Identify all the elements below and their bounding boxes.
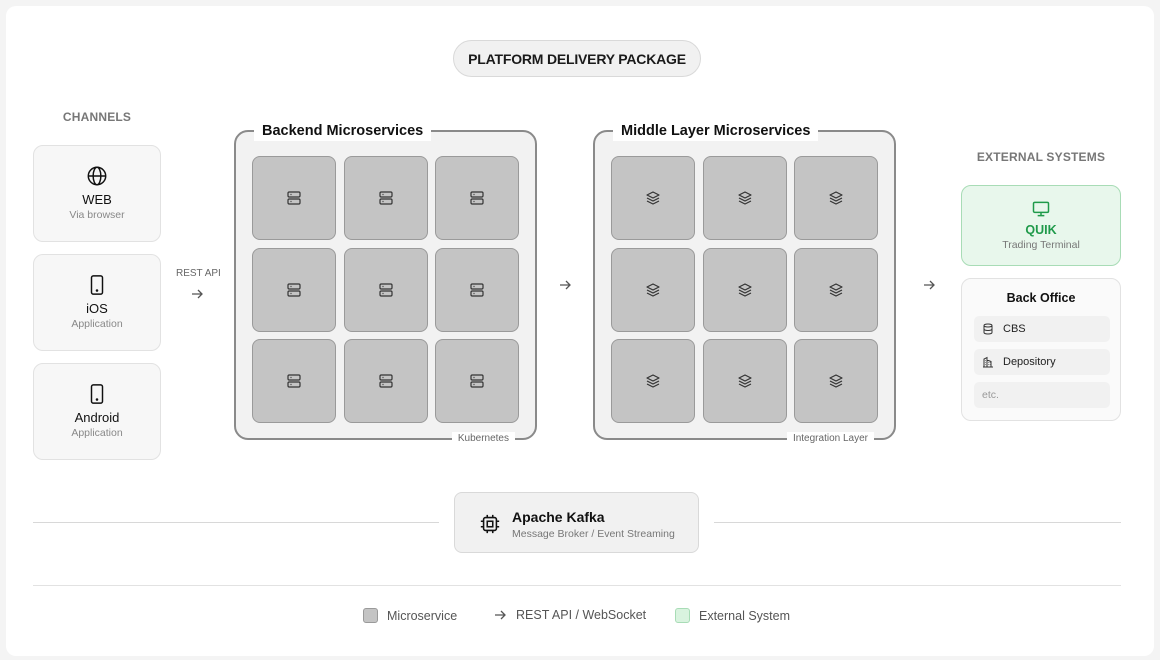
legend-label: External System bbox=[699, 608, 791, 623]
legend-item-microservice: Microservice bbox=[363, 608, 457, 623]
layers-icon bbox=[738, 374, 752, 388]
channel-subtitle: Via browser bbox=[69, 209, 125, 221]
channel-subtitle: Application bbox=[71, 427, 123, 439]
globe-icon bbox=[87, 166, 107, 186]
group-footer: Kubernetes bbox=[451, 432, 515, 446]
arrow-right-icon bbox=[495, 610, 506, 620]
back-office-item-depository[interactable]: Depository bbox=[974, 349, 1110, 375]
server-icon bbox=[379, 374, 393, 388]
back-office-box[interactable]: Back Office CBS Depository etc. bbox=[961, 278, 1121, 421]
building-icon bbox=[983, 356, 993, 368]
server-icon bbox=[287, 191, 301, 205]
diagram-title: PLATFORM DELIVERY PACKAGE bbox=[453, 40, 701, 77]
quik-title: QUIK bbox=[1025, 223, 1057, 237]
middle-microservice-tile[interactable] bbox=[611, 339, 695, 423]
backend-microservice-tile[interactable] bbox=[435, 339, 519, 423]
channel-web[interactable]: WEB Via browser bbox=[33, 145, 161, 242]
monitor-icon bbox=[1032, 201, 1050, 217]
layers-icon bbox=[646, 191, 660, 205]
middle-microservice-tile[interactable] bbox=[703, 248, 787, 332]
backend-microservice-tile[interactable] bbox=[252, 156, 336, 240]
arrow-right-icon bbox=[192, 289, 203, 299]
channel-title: Android bbox=[74, 410, 120, 425]
server-icon bbox=[470, 283, 484, 297]
quik-subtitle: Trading Terminal bbox=[1002, 239, 1080, 251]
back-office-item-etc: etc. bbox=[974, 382, 1110, 408]
rest-api-label: REST API bbox=[176, 268, 221, 279]
external-systems-heading: EXTERNAL SYSTEMS bbox=[976, 150, 1106, 164]
layers-icon bbox=[829, 283, 843, 297]
backend-microservice-tile[interactable] bbox=[344, 248, 428, 332]
middle-microservice-tile[interactable] bbox=[794, 339, 878, 423]
external-system-quik[interactable]: QUIK Trading Terminal bbox=[961, 185, 1121, 266]
backend-microservice-tile[interactable] bbox=[344, 156, 428, 240]
backend-microservice-tile[interactable] bbox=[344, 339, 428, 423]
legend-item-rest-api: REST API / WebSocket bbox=[493, 608, 646, 622]
kafka-box[interactable]: Apache Kafka Message Broker / Event Stre… bbox=[454, 492, 699, 553]
layers-icon bbox=[738, 191, 752, 205]
back-office-item-label: Depository bbox=[1003, 356, 1056, 368]
backend-microservices-group: Backend Microservices Kubernetes bbox=[234, 121, 537, 446]
server-icon bbox=[287, 374, 301, 388]
bus-line-left bbox=[33, 522, 439, 523]
group-title: Middle Layer Microservices bbox=[613, 121, 819, 141]
server-icon bbox=[470, 374, 484, 388]
middle-microservice-tile[interactable] bbox=[703, 156, 787, 240]
channel-title: iOS bbox=[86, 301, 108, 316]
server-icon bbox=[470, 191, 484, 205]
channel-subtitle: Application bbox=[71, 318, 123, 330]
layers-icon bbox=[646, 283, 660, 297]
backend-microservice-tile[interactable] bbox=[252, 339, 336, 423]
backend-microservice-tile[interactable] bbox=[435, 248, 519, 332]
bus-line-right bbox=[714, 522, 1121, 523]
legend-divider bbox=[33, 585, 1121, 586]
back-office-item-label: CBS bbox=[1003, 323, 1026, 335]
legend-swatch bbox=[363, 608, 378, 623]
middle-microservice-tile[interactable] bbox=[611, 248, 695, 332]
server-icon bbox=[379, 191, 393, 205]
kafka-title: Apache Kafka bbox=[512, 509, 605, 525]
phone-icon bbox=[90, 384, 104, 404]
back-office-title: Back Office bbox=[1006, 291, 1076, 305]
group-title: Backend Microservices bbox=[254, 121, 432, 141]
arrow-right-icon bbox=[924, 280, 935, 290]
phone-icon bbox=[90, 275, 104, 295]
layers-icon bbox=[646, 374, 660, 388]
cpu-icon bbox=[480, 514, 500, 534]
backend-microservice-tile[interactable] bbox=[435, 156, 519, 240]
back-office-item-cbs[interactable]: CBS bbox=[974, 316, 1110, 342]
legend-label: Microservice bbox=[387, 608, 458, 623]
legend-item-external-system: External System bbox=[675, 608, 790, 623]
group-footer: Integration Layer bbox=[786, 432, 874, 446]
channel-android[interactable]: Android Application bbox=[33, 363, 161, 460]
middle-microservice-tile[interactable] bbox=[794, 156, 878, 240]
server-icon bbox=[379, 283, 393, 297]
arrow-right-icon bbox=[560, 280, 571, 290]
middle-microservice-tile[interactable] bbox=[703, 339, 787, 423]
backend-microservice-tile[interactable] bbox=[252, 248, 336, 332]
layers-icon bbox=[829, 374, 843, 388]
middle-layer-microservices-group: Middle Layer Microservices Integration L… bbox=[593, 121, 896, 446]
channel-title: WEB bbox=[82, 192, 112, 207]
middle-microservice-tile[interactable] bbox=[794, 248, 878, 332]
layers-icon bbox=[738, 283, 752, 297]
middle-microservice-tile[interactable] bbox=[611, 156, 695, 240]
server-icon bbox=[287, 283, 301, 297]
database-icon bbox=[983, 323, 993, 335]
channel-ios[interactable]: iOS Application bbox=[33, 254, 161, 351]
channels-heading: CHANNELS bbox=[62, 110, 132, 124]
kafka-subtitle: Message Broker / Event Streaming bbox=[512, 528, 675, 540]
back-office-item-label: etc. bbox=[982, 389, 999, 401]
layers-icon bbox=[829, 191, 843, 205]
legend-swatch bbox=[675, 608, 690, 623]
legend-label: REST API / WebSocket bbox=[516, 608, 647, 622]
